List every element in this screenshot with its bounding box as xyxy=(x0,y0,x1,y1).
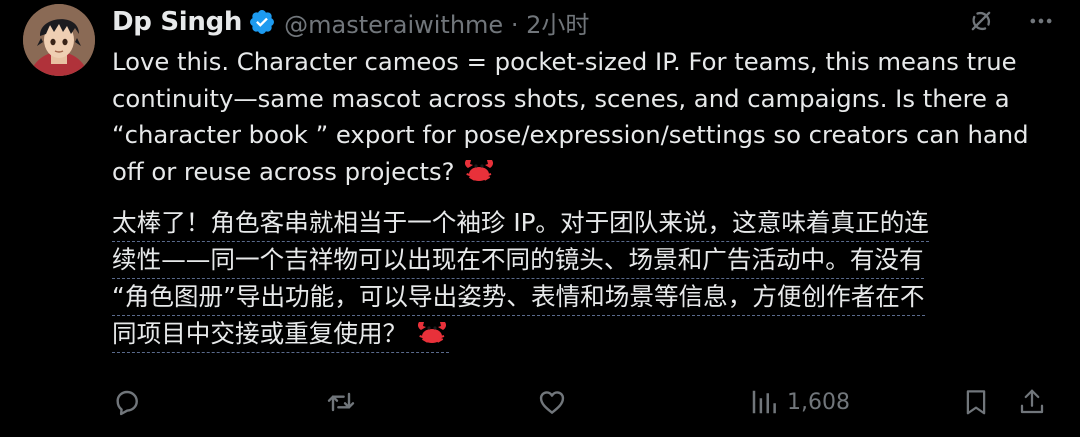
bookmark-button[interactable] xyxy=(961,386,991,418)
tweet-header: Dp Singh @masteraiwithme · 2小时 xyxy=(112,2,589,42)
avatar-image xyxy=(23,4,95,76)
translation-line: 太棒了！角色客串就相当于一个袖珍 IP。对于团队来说，这意味着真正的连 xyxy=(112,205,929,242)
crab-emoji-icon xyxy=(415,318,449,358)
tweet-text-content: Love this. Character cameos = pocket-siz… xyxy=(112,47,1029,186)
tweet-text: Love this. Character cameos = pocket-siz… xyxy=(112,44,1062,196)
share-button[interactable] xyxy=(1017,386,1047,418)
translation-line-last: 同项目中交接或重复使用？ xyxy=(112,316,449,353)
verified-badge-icon xyxy=(248,8,276,36)
views-icon xyxy=(752,390,776,414)
retweet-button[interactable] xyxy=(325,386,357,418)
retweet-icon xyxy=(327,392,355,412)
translation-line: 续性——同一个吉祥物可以出现在不同的镜头、场景和广告活动中。有没有 xyxy=(112,242,924,279)
reply-icon xyxy=(116,390,138,416)
like-icon xyxy=(539,391,565,414)
header-actions xyxy=(966,6,1056,36)
crab-emoji-icon xyxy=(462,156,496,197)
views-count: 1,608 xyxy=(787,389,850,415)
author-name[interactable]: Dp Singh xyxy=(112,7,242,37)
avatar[interactable] xyxy=(23,4,95,76)
more-icon[interactable] xyxy=(1026,6,1056,36)
grok-icon[interactable] xyxy=(966,6,996,36)
translation-line: “角色图册”导出功能，可以导出姿势、表情和场景等信息，方便创作者在不 xyxy=(112,279,925,316)
like-button[interactable] xyxy=(536,386,568,418)
tweet-action-bar: 1,608 xyxy=(0,380,1080,426)
translated-text: 太棒了！角色客串就相当于一个袖珍 IP。对于团队来说，这意味着真正的连 续性——… xyxy=(112,205,1062,353)
author-handle-and-time[interactable]: @masteraiwithme · 2小时 xyxy=(284,5,589,40)
bookmark-icon xyxy=(966,390,986,415)
share-icon xyxy=(1020,389,1044,414)
translation-line-text: 同项目中交接或重复使用？ xyxy=(112,319,408,348)
views-button[interactable]: 1,608 xyxy=(749,386,850,418)
reply-button[interactable] xyxy=(111,386,143,418)
